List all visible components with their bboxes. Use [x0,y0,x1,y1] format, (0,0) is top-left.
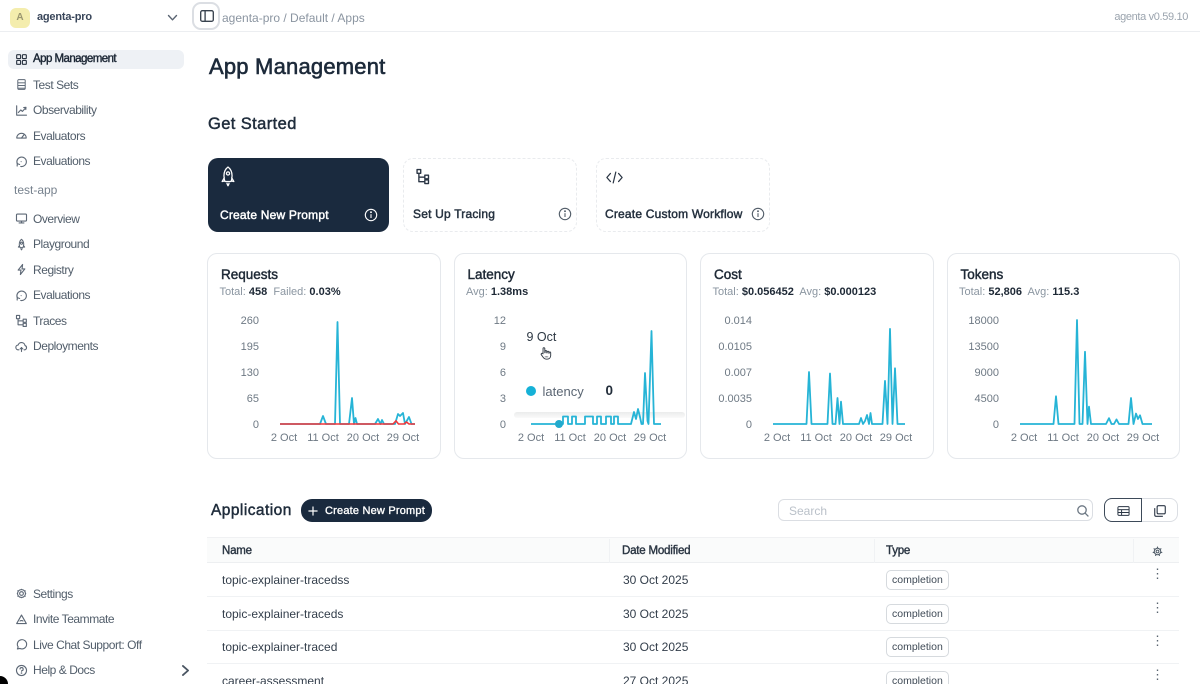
svg-text:6: 6 [499,367,505,379]
svg-text:20 Oct: 20 Oct [1086,432,1118,444]
svg-text:4500: 4500 [974,393,998,405]
svg-text:29 Oct: 29 Oct [1126,432,1158,444]
svg-text:11 Oct: 11 Oct [800,432,832,444]
svg-text:0: 0 [499,419,505,431]
svg-text:2 Oct: 2 Oct [271,432,297,444]
svg-text:11 Oct: 11 Oct [1047,432,1079,444]
svg-text:0.0105: 0.0105 [718,341,752,353]
svg-text:13500: 13500 [968,341,999,353]
svg-text:20 Oct: 20 Oct [593,432,625,444]
svg-text:2 Oct: 2 Oct [517,432,543,444]
svg-text:2 Oct: 2 Oct [764,432,790,444]
svg-text:29 Oct: 29 Oct [387,432,419,444]
svg-text:9: 9 [499,341,505,353]
svg-text:65: 65 [247,393,259,405]
svg-text:11 Oct: 11 Oct [307,432,339,444]
svg-text:29 Oct: 29 Oct [880,432,912,444]
svg-text:20 Oct: 20 Oct [840,432,872,444]
svg-text:9000: 9000 [974,367,998,379]
svg-text:0.007: 0.007 [724,367,752,379]
svg-text:195: 195 [241,341,259,353]
svg-text:0.014: 0.014 [724,315,752,327]
svg-text:12: 12 [493,315,505,327]
svg-text:3: 3 [499,393,505,405]
svg-text:0: 0 [253,419,259,431]
svg-text:18000: 18000 [968,315,999,327]
svg-text:29 Oct: 29 Oct [633,432,665,444]
svg-text:2 Oct: 2 Oct [1010,432,1036,444]
svg-text:0.0035: 0.0035 [718,393,752,405]
svg-text:11 Oct: 11 Oct [554,432,586,444]
svg-text:0: 0 [992,419,998,431]
svg-text:130: 130 [241,367,259,379]
svg-text:260: 260 [241,315,259,327]
svg-text:0: 0 [746,419,752,431]
svg-text:20 Oct: 20 Oct [347,432,379,444]
